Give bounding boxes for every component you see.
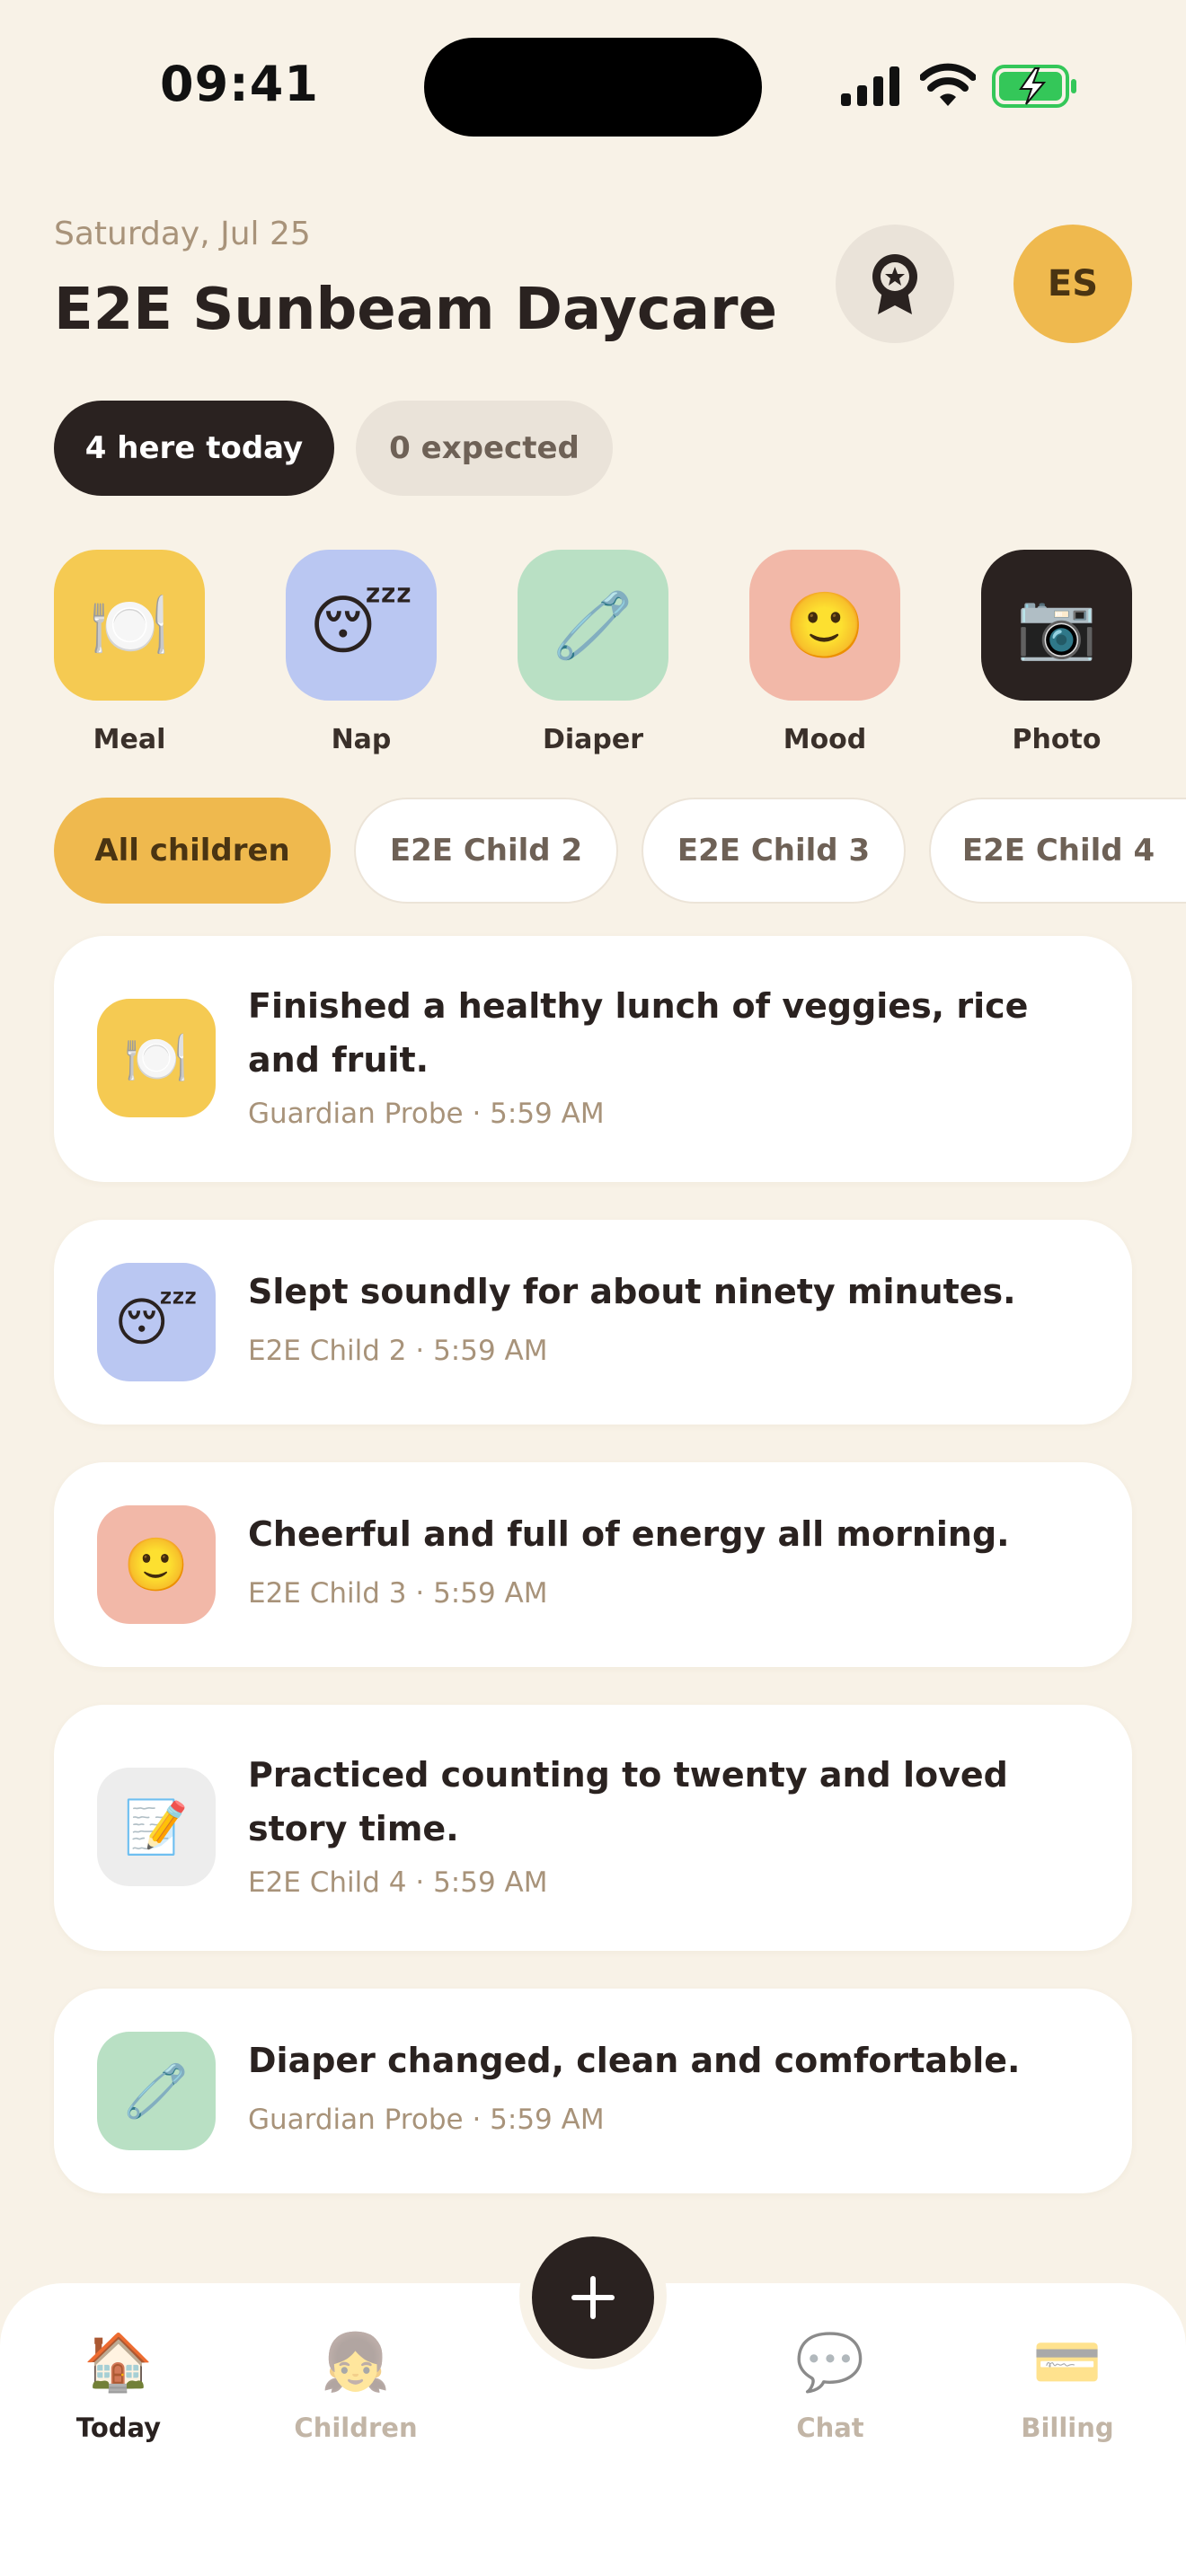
nap-action-label: Nap [331,724,392,755]
feed-card[interactable]: 😴 Slept soundly for about ninety minutes… [54,1220,1132,1425]
chat-bubble-icon[interactable]: 💬 [776,2326,884,2398]
feed-card-text: Slept soundly for about ninety minutes. [248,1272,1016,1311]
child-icon[interactable]: 👧 [302,2326,410,2398]
page-title: E2E Sunbeam Daycare [54,277,777,343]
filter-child-3[interactable]: E2E Child 3 [642,798,906,904]
battery-charging-icon [992,65,1076,108]
feed-card-meta: E2E Child 4 · 5:59 AM [248,1866,548,1899]
sleeping-face-icon: 😴 [309,587,413,663]
feed-card[interactable]: 🍽️ Finished a healthy lunch of veggies, … [54,936,1132,1182]
nap-action-button[interactable]: 😴 [286,550,437,701]
tab-today[interactable]: Today [29,2413,208,2443]
feed-card-meta: E2E Child 2 · 5:59 AM [248,1335,548,1367]
wifi-icon [920,63,976,106]
feed-card-text: Cheerful and full of energy all morning. [248,1514,1010,1554]
cellular-signal-icon [841,66,899,106]
filter-child-2[interactable]: E2E Child 2 [354,798,618,904]
feed-card[interactable]: 🙂 Cheerful and full of energy all mornin… [54,1462,1132,1667]
filter-child-4[interactable]: E2E Child 4 [929,798,1186,904]
here-today-pill[interactable]: 4 here today [54,401,334,496]
awards-button[interactable] [836,225,954,343]
meal-icon: 🍽️ [97,999,216,1117]
tab-children[interactable]: Children [266,2413,446,2443]
safety-pin-icon: 🧷 [97,2032,216,2150]
dynamic-island [424,38,762,137]
mood-action-label: Mood [783,724,867,755]
safety-pin-icon: 🧷 [553,587,633,663]
feed-card[interactable]: 🧷 Diaper changed, clean and comfortable.… [54,1989,1132,2193]
tab-billing[interactable]: Billing [978,2413,1157,2443]
smiling-face-icon: 🙂 [784,587,865,663]
meal-icon: 🍽️ [89,587,170,663]
memo-icon: 📝 [97,1768,216,1886]
feed-card-text: Diaper changed, clean and comfortable. [248,2041,1021,2080]
filter-all-children[interactable]: All children [54,798,331,904]
camera-icon: 📷 [1016,587,1097,663]
meal-action-button[interactable]: 🍽️ [54,550,205,701]
feed-card-text: Practiced counting to twenty and loved s… [248,1755,1008,1848]
photo-action-label: Photo [1012,724,1102,755]
feed-card-text: Finished a healthy lunch of veggies, ric… [248,986,1029,1080]
tab-chat[interactable]: Chat [740,2413,920,2443]
add-entry-button[interactable] [532,2236,654,2359]
award-icon [872,254,917,314]
feed-card[interactable]: 📝 Practiced counting to twenty and loved… [54,1705,1132,1951]
plus-icon [571,2276,615,2319]
feed-card-meta: E2E Child 3 · 5:59 AM [248,1577,548,1610]
header-date: Saturday, Jul 25 [54,216,311,252]
feed-card-meta: Guardian Probe · 5:59 AM [248,2104,605,2136]
diaper-action-label: Diaper [542,724,644,755]
feed-card-meta: Guardian Probe · 5:59 AM [248,1098,605,1130]
sleeping-face-icon: 😴 [97,1263,216,1381]
photo-action-button[interactable]: 📷 [981,550,1132,701]
mood-action-button[interactable]: 🙂 [749,550,900,701]
credit-card-icon[interactable]: 💳 [1013,2326,1121,2398]
expected-pill[interactable]: 0 expected [356,401,613,496]
diaper-action-button[interactable]: 🧷 [518,550,668,701]
status-time: 09:41 [160,56,319,112]
avatar[interactable]: ES [1013,225,1132,343]
house-icon[interactable]: 🏠 [65,2326,173,2398]
meal-action-label: Meal [93,724,166,755]
smiling-face-icon: 🙂 [97,1505,216,1624]
